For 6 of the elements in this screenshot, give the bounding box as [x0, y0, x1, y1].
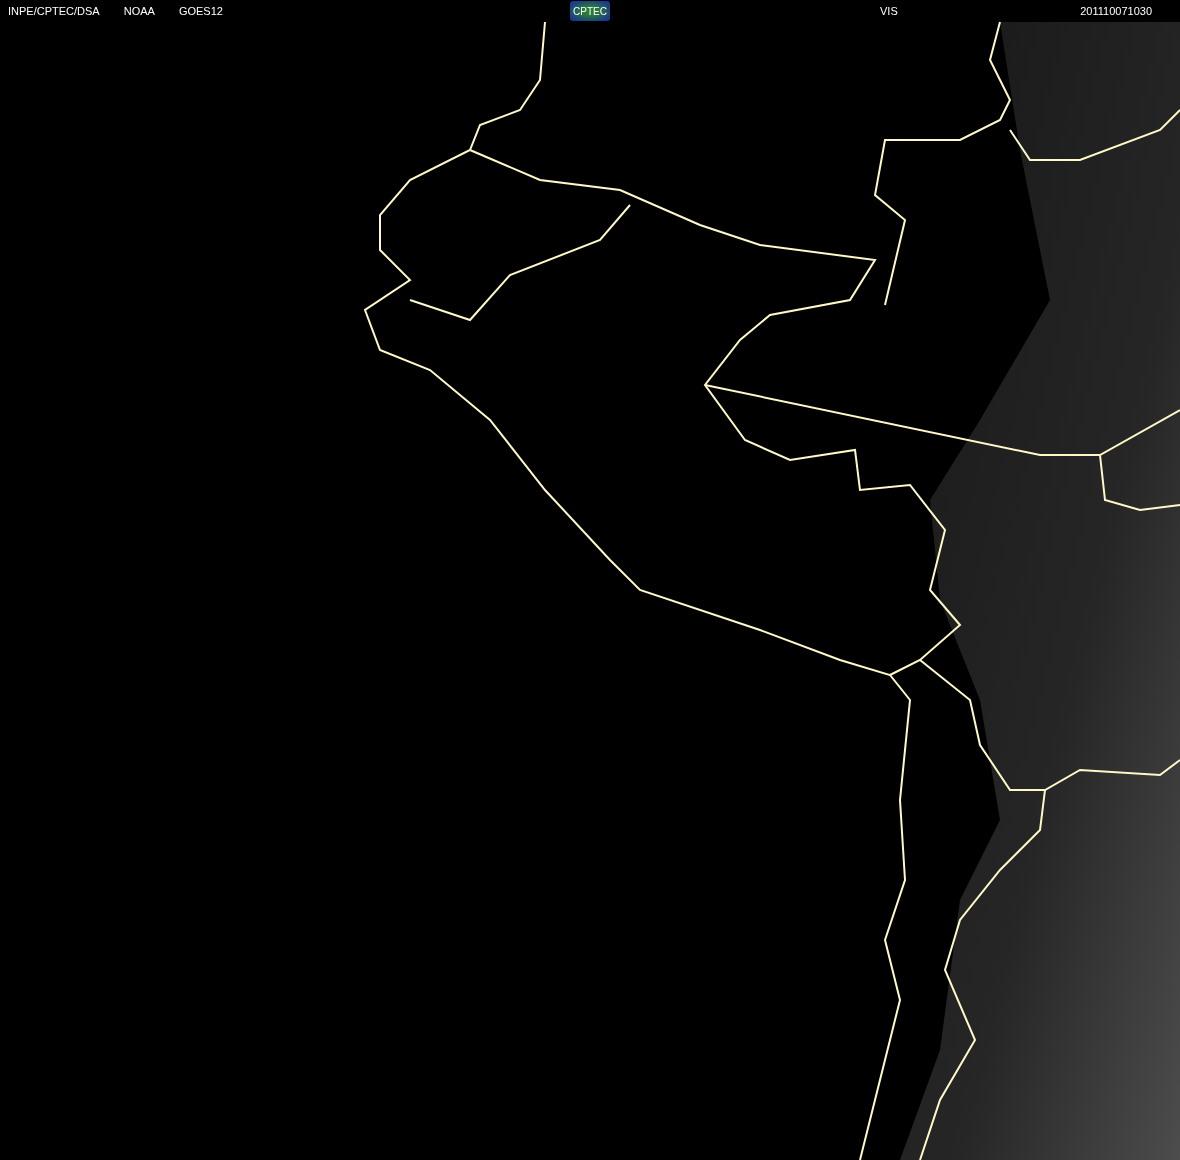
- timestamp: 201110071030: [1080, 5, 1152, 17]
- channel-label: VIS: [880, 5, 898, 17]
- logo: CPTEC: [570, 1, 610, 21]
- header-label: GOES12: [178, 5, 223, 17]
- header-label: INPE/CPTEC/DSA: [8, 5, 100, 17]
- header-label: NOAA: [123, 5, 155, 17]
